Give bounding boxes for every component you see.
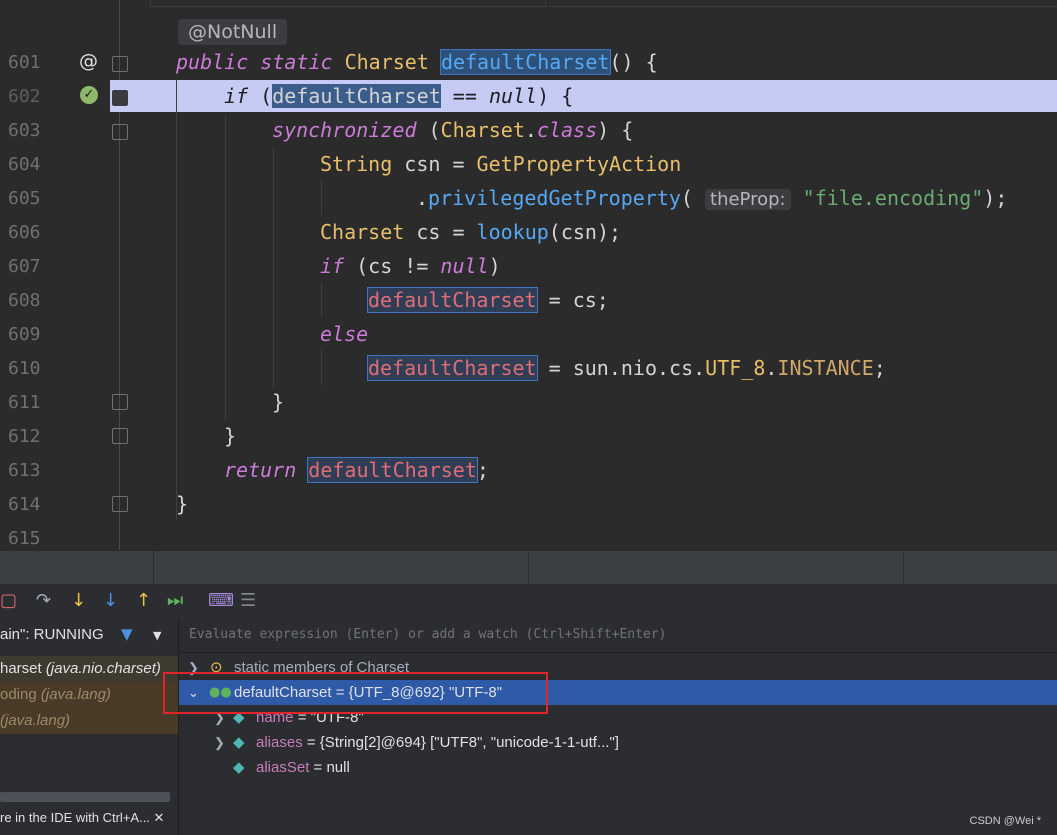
line-number: 613 xyxy=(8,460,41,481)
field-usage: defaultCharset xyxy=(367,355,538,381)
annotation-inlay: @NotNull xyxy=(178,19,288,45)
indent-guide xyxy=(176,80,177,520)
code-line-611: } xyxy=(272,390,285,414)
run-to-cursor-icon[interactable]: ⏭ xyxy=(167,590,183,611)
variables-panel: Evaluate expression (Enter) or add a wat… xyxy=(179,618,1057,835)
code-line-607: if (cs != null) xyxy=(320,254,501,278)
line-number: 612 xyxy=(8,426,41,447)
fold-end-icon[interactable] xyxy=(112,428,128,444)
line-number: 611 xyxy=(8,392,41,413)
code-line-606: Charset cs = lookup(csn); xyxy=(320,220,622,244)
line-number: 614 xyxy=(8,494,41,515)
watermark: CSDN @Wei * xyxy=(969,815,1041,827)
frame-item[interactable]: oding (java.lang) xyxy=(0,682,178,708)
param-hint: theProp: xyxy=(705,189,791,210)
selected-variable: defaultCharset xyxy=(272,84,441,108)
code-line-608: defaultCharset = cs; xyxy=(367,287,609,313)
trace-list-icon[interactable]: ☰ xyxy=(240,590,256,611)
panel-divider[interactable] xyxy=(0,550,1057,585)
thread-status[interactable]: ain": RUNNING xyxy=(0,626,104,643)
frame-item[interactable]: harset (java.nio.charset) xyxy=(0,656,178,682)
line-number: 610 xyxy=(8,358,41,379)
code-line-614: } xyxy=(176,492,189,516)
method-name: defaultCharset xyxy=(439,49,611,75)
code-line-609: else xyxy=(320,322,369,346)
fold-bookmark-icon[interactable] xyxy=(112,56,128,72)
fold-bookmark-icon[interactable] xyxy=(112,124,128,140)
close-icon[interactable]: ✕ xyxy=(154,810,165,825)
indent-guide xyxy=(273,148,274,388)
chevron-right-icon[interactable]: ❯ xyxy=(214,730,225,755)
frames-panel: ain": RUNNING ▼ ▼ harset (java.nio.chars… xyxy=(0,618,179,835)
field-usage: defaultCharset xyxy=(367,287,538,313)
code-line-612: } xyxy=(224,424,237,448)
indent-guide xyxy=(321,180,322,215)
at-sign-icon[interactable]: @ xyxy=(79,50,98,72)
line-number: 605 xyxy=(8,188,41,209)
horizontal-scrollbar[interactable] xyxy=(0,792,170,802)
line-number: 603 xyxy=(8,120,41,141)
code-line-602: if (defaultCharset == null) { xyxy=(224,84,574,108)
step-over-icon[interactable]: ↷ xyxy=(36,590,51,611)
annotation-red-box xyxy=(163,672,548,714)
breakpoint-check-icon[interactable]: ✓ xyxy=(80,86,98,104)
filter-icon[interactable]: ▼ xyxy=(121,625,133,643)
field-tag-icon: ◆ xyxy=(233,758,245,776)
line-number: 606 xyxy=(8,222,41,243)
evaluate-expression-input[interactable]: Evaluate expression (Enter) or add a wat… xyxy=(179,618,1057,653)
line-number: 609 xyxy=(8,324,41,345)
code-line-605: .privilegedGetProperty( theProp: "file.e… xyxy=(416,186,1008,210)
line-number: 607 xyxy=(8,256,41,277)
variable-row[interactable]: ◆ aliasSet = null xyxy=(179,755,1057,780)
stop-frame-icon[interactable]: ▢ xyxy=(0,590,17,611)
line-number: 608 xyxy=(8,290,41,311)
hint-footer: re in the IDE with Ctrl+A... ✕ xyxy=(0,810,165,825)
variable-row[interactable]: ❯ ◆ aliases = {String[2]@694} ["UTF8", "… xyxy=(179,730,1057,755)
code-line-601: public static Charset defaultCharset() { xyxy=(176,49,658,75)
code-editor[interactable]: 601 602 603 604 605 606 607 608 609 610 … xyxy=(0,0,1057,550)
line-number: 602 xyxy=(8,86,41,107)
fold-end-icon[interactable] xyxy=(112,394,128,410)
dropdown-icon[interactable]: ▼ xyxy=(153,629,161,642)
line-number: 604 xyxy=(8,154,41,175)
indent-guide xyxy=(321,350,322,385)
step-into-icon[interactable]: ↓ xyxy=(71,590,86,611)
line-number: 601 xyxy=(8,52,41,73)
code-line-604: String csn = GetPropertyAction xyxy=(320,152,682,176)
code-line-610: defaultCharset = sun.nio.cs.UTF_8.INSTAN… xyxy=(367,355,886,381)
frame-item[interactable]: (java.lang) xyxy=(0,708,178,734)
fold-end-icon[interactable] xyxy=(112,496,128,512)
fold-bookmark-icon[interactable] xyxy=(112,90,128,106)
editor-top-border xyxy=(0,0,1057,7)
indent-guide xyxy=(225,115,226,420)
field-usage: defaultCharset xyxy=(307,457,478,483)
step-out-icon[interactable]: ↑ xyxy=(136,590,151,611)
code-line-613: return defaultCharset; xyxy=(224,457,489,483)
debug-toolbar: ▢ ↷ ↓ ↓ ↑ ⏭ ⌨ ☰ xyxy=(0,584,1057,619)
force-step-into-icon[interactable]: ↓ xyxy=(103,590,118,611)
line-number: 615 xyxy=(8,528,41,549)
field-tag-icon: ◆ xyxy=(233,733,245,751)
indent-guide xyxy=(321,282,322,317)
code-line-603: synchronized (Charset.class) { xyxy=(272,118,634,142)
evaluate-expression-icon[interactable]: ⌨ xyxy=(208,590,234,611)
